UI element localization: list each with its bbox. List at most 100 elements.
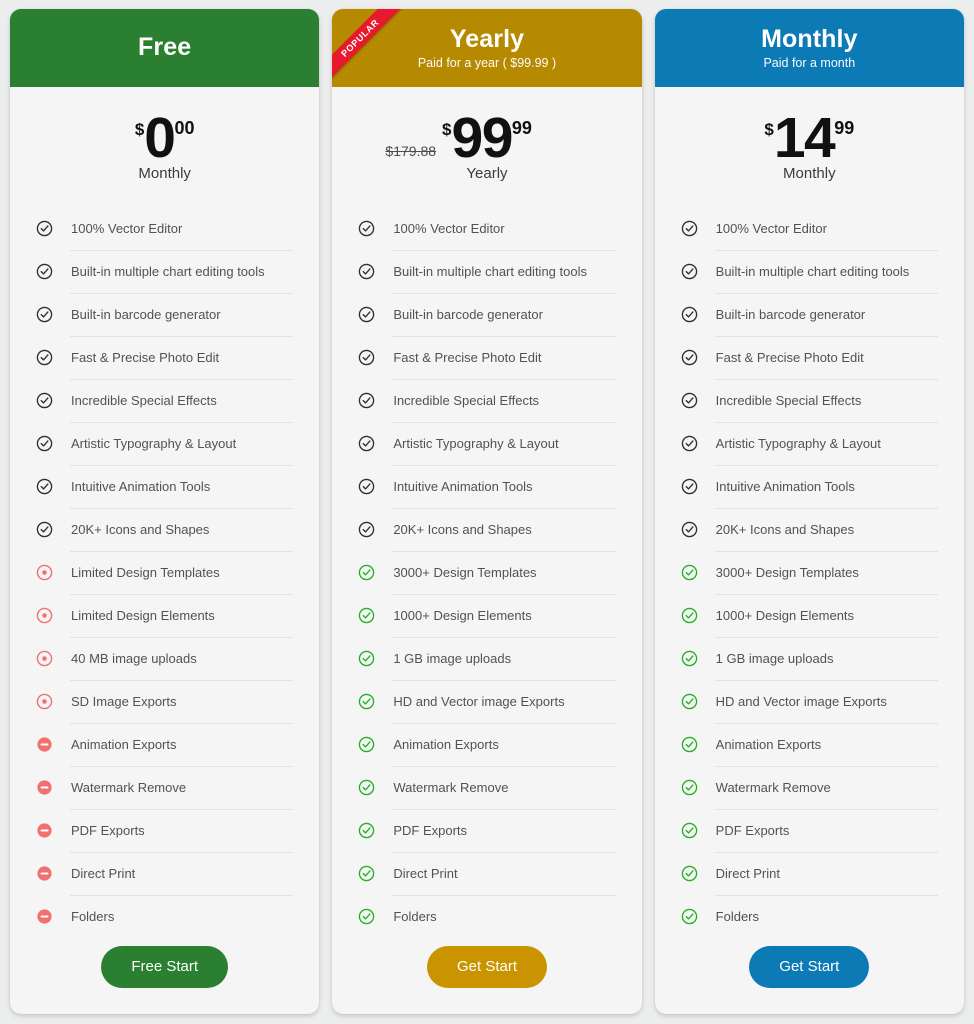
feature-item: Animation Exports (681, 723, 940, 766)
check-circle-dark-icon (36, 263, 53, 280)
cta-wrap: Free Start (10, 938, 319, 1014)
feature-item: Incredible Special Effects (36, 379, 295, 422)
feature-label: 1 GB image uploads (715, 650, 834, 666)
feature-item: Watermark Remove (36, 766, 295, 809)
cta-button-free[interactable]: Free Start (101, 946, 228, 988)
feature-label: Built-in barcode generator (715, 306, 866, 322)
check-circle-green-icon (358, 908, 375, 925)
check-circle-green-icon (358, 607, 375, 624)
check-circle-green-icon (358, 779, 375, 796)
pricing-card-free: Free $0 00 Monthly 100% Vector Editor Built-i… (10, 9, 320, 1014)
feature-item: Intuitive Animation Tools (358, 465, 617, 508)
feature-label: 100% Vector Editor (393, 220, 505, 236)
feature-label: Fast & Precise Photo Edit (715, 349, 864, 365)
feature-item: Built-in multiple chart editing tools (681, 250, 940, 293)
feature-item: Folders (358, 895, 617, 938)
feature-item: PDF Exports (36, 809, 295, 852)
card-header-monthly: Monthly Paid for a month (654, 9, 964, 87)
feature-item: Direct Print (36, 852, 295, 895)
feature-item: Folders (36, 895, 295, 938)
cta-wrap: Get Start (332, 938, 641, 1014)
feature-label: Built-in multiple chart editing tools (715, 263, 910, 279)
plan-title: Monthly (761, 24, 858, 53)
feature-item: Intuitive Animation Tools (681, 465, 940, 508)
feature-label: Built-in barcode generator (393, 306, 543, 322)
feature-label: Artistic Typography & Layout (715, 435, 881, 451)
feature-label: Folders (393, 908, 437, 924)
check-circle-dark-icon (681, 263, 698, 280)
check-circle-green-icon (681, 736, 698, 753)
feature-label: Folders (71, 908, 115, 924)
check-circle-green-icon (358, 865, 375, 882)
minus-circle-red-icon (36, 908, 53, 925)
feature-item: HD and Vector image Exports (358, 680, 617, 723)
check-circle-dark-icon (358, 435, 375, 452)
check-circle-dark-icon (36, 349, 53, 366)
pricing-table: Free $0 00 Monthly 100% Vector Editor Built-i… (0, 0, 974, 1024)
feature-item: 1000+ Design Elements (681, 594, 940, 637)
feature-item: PDF Exports (358, 809, 617, 852)
feature-label: 1000+ Design Elements (715, 607, 855, 623)
feature-item: Fast & Precise Photo Edit (36, 336, 295, 379)
dot-circle-red-icon (36, 650, 53, 667)
price-block: $179.88 $99 99 Yearly (332, 87, 641, 207)
feature-item: Built-in multiple chart editing tools (358, 250, 617, 293)
feature-item: 20K+ Icons and Shapes (36, 508, 295, 551)
check-circle-dark-icon (681, 478, 698, 495)
check-circle-green-icon (358, 564, 375, 581)
feature-label: 3000+ Design Templates (715, 564, 859, 580)
dot-circle-red-icon (36, 564, 53, 581)
feature-label: Animation Exports (715, 736, 822, 752)
feature-list: 100% Vector Editor Built-in multiple char… (655, 207, 964, 938)
check-circle-dark-icon (681, 349, 698, 366)
feature-item: SD Image Exports (36, 680, 295, 723)
feature-item: 40 MB image uploads (36, 637, 295, 680)
feature-label: 3000+ Design Templates (393, 564, 537, 580)
feature-label: Watermark Remove (393, 779, 509, 795)
feature-item: Watermark Remove (681, 766, 940, 809)
feature-label: Artistic Typography & Layout (393, 435, 559, 451)
price-amount: 99 (451, 105, 514, 170)
feature-label: Direct Print (71, 865, 136, 881)
card-header-free: Free (10, 9, 320, 87)
check-circle-green-icon (358, 650, 375, 667)
feature-label: Direct Print (715, 865, 780, 881)
plan-subtitle: Paid for a year ( $99.99 ) (417, 56, 557, 71)
feature-label: Direct Print (393, 865, 458, 881)
check-circle-dark-icon (358, 306, 375, 323)
minus-circle-red-icon (36, 779, 53, 796)
feature-item: Fast & Precise Photo Edit (358, 336, 617, 379)
cta-wrap: Get Start (655, 938, 964, 1014)
feature-label: SD Image Exports (71, 693, 177, 709)
check-circle-green-icon (358, 822, 375, 839)
feature-item: Built-in barcode generator (358, 293, 617, 336)
feature-label: Incredible Special Effects (715, 392, 862, 408)
feature-item: Limited Design Templates (36, 551, 295, 594)
popular-ribbon-label: POPULAR (332, 9, 408, 86)
feature-label: Incredible Special Effects (71, 392, 217, 408)
cta-button-yearly[interactable]: Get Start (426, 946, 547, 988)
feature-item: 20K+ Icons and Shapes (358, 508, 617, 551)
feature-item: Animation Exports (358, 723, 617, 766)
feature-label: PDF Exports (715, 822, 790, 838)
check-circle-dark-icon (358, 220, 375, 237)
dot-circle-red-icon (36, 607, 53, 624)
minus-circle-red-icon (36, 822, 53, 839)
feature-label: HD and Vector image Exports (715, 693, 887, 709)
feature-label: Intuitive Animation Tools (393, 478, 533, 494)
feature-item: 100% Vector Editor (358, 207, 617, 250)
feature-label: Folders (715, 908, 760, 924)
price-block: $14 99 Monthly (655, 87, 964, 207)
check-circle-green-icon (681, 607, 698, 624)
feature-item: Incredible Special Effects (358, 379, 617, 422)
feature-item: 20K+ Icons and Shapes (681, 508, 940, 551)
feature-item: 3000+ Design Templates (681, 551, 940, 594)
check-circle-dark-icon (681, 392, 698, 409)
minus-circle-red-icon (36, 736, 53, 753)
cta-button-monthly[interactable]: Get Start (749, 946, 870, 988)
check-circle-dark-icon (36, 435, 53, 452)
feature-label: 1000+ Design Elements (393, 607, 532, 623)
feature-list: 100% Vector Editor Built-in multiple char… (10, 207, 319, 938)
feature-item: Incredible Special Effects (681, 379, 940, 422)
feature-item: Animation Exports (36, 723, 295, 766)
